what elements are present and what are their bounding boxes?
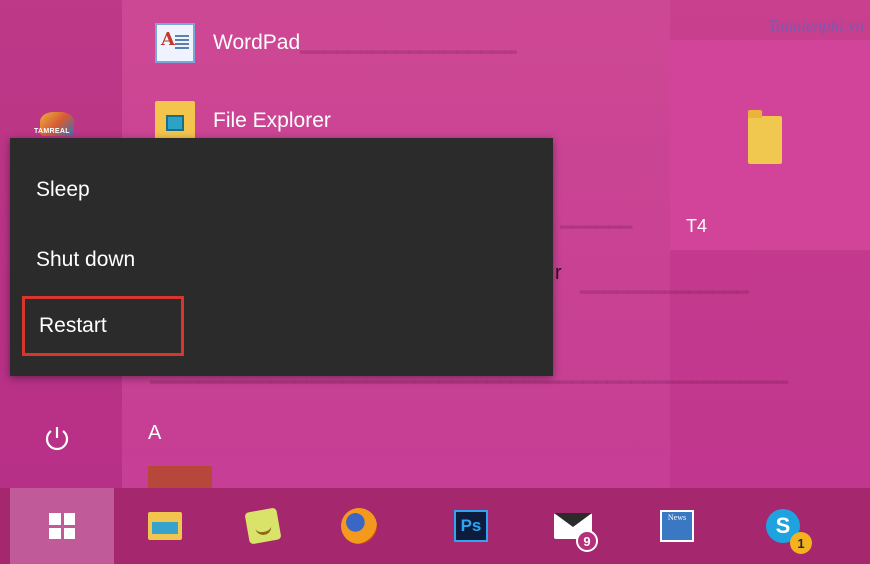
- power-menu-item-restart[interactable]: Restart: [22, 296, 184, 356]
- taskbar-firefox[interactable]: [322, 488, 396, 564]
- file-explorer-icon: [155, 101, 195, 141]
- rail-app-icon[interactable]: [34, 110, 80, 140]
- app-item-label: WordPad: [213, 31, 301, 54]
- tile-label: T4: [686, 216, 708, 236]
- mail-badge: 9: [576, 530, 598, 552]
- start-button[interactable]: [10, 488, 114, 564]
- taskbar-sticky-notes[interactable]: [226, 488, 300, 564]
- power-menu-item-shut-down[interactable]: Shut down: [10, 232, 553, 288]
- sticky-notes-icon: [244, 507, 282, 545]
- taskbar-file-explorer[interactable]: [128, 488, 202, 564]
- taskbar-mail[interactable]: 9: [536, 488, 610, 564]
- power-menu: Sleep Shut down Restart: [10, 138, 553, 376]
- firefox-icon: [341, 508, 377, 544]
- app-item-label: File Explorer: [213, 109, 331, 132]
- power-menu-item-label: Restart: [39, 314, 107, 337]
- folder-icon: [148, 512, 182, 540]
- power-button[interactable]: [36, 418, 78, 460]
- watermark: Taimienphi.vn: [767, 16, 864, 35]
- start-menu: ━━━━━━━━━━━━━━━━━━ ━━━━━━ ━━━━━━━━━━━━━━…: [0, 0, 870, 488]
- background-blur-text: ━━━━━━: [560, 217, 633, 239]
- windows-logo-icon: [49, 513, 75, 539]
- power-icon: [45, 427, 69, 451]
- power-menu-item-sleep[interactable]: Sleep: [10, 162, 553, 218]
- photoshop-icon: Ps: [454, 510, 488, 542]
- taskbar: Ps 9 News S 1: [0, 488, 870, 564]
- power-menu-item-label: Sleep: [36, 178, 90, 201]
- taskbar-news[interactable]: News: [640, 488, 714, 564]
- app-icon-partial[interactable]: [148, 466, 212, 488]
- tile-t4[interactable]: T4: [670, 40, 870, 250]
- text-cursor-icon: r: [555, 262, 562, 284]
- news-icon: News: [660, 510, 694, 542]
- app-item-wordpad[interactable]: WordPad: [155, 20, 300, 66]
- taskbar-photoshop[interactable]: Ps: [434, 488, 508, 564]
- background-blur-text: ━━━━━━━━━━━━━━: [580, 282, 749, 304]
- wordpad-icon: [155, 23, 195, 63]
- power-menu-item-label: Shut down: [36, 248, 136, 271]
- skype-badge: 1: [790, 532, 812, 554]
- folder-icon: [748, 110, 782, 164]
- background-blur-text: ━━━━━━━━━━━━━━━━━━: [300, 42, 517, 64]
- taskbar-skype[interactable]: S 1: [746, 488, 820, 564]
- section-header-a: A: [148, 422, 162, 444]
